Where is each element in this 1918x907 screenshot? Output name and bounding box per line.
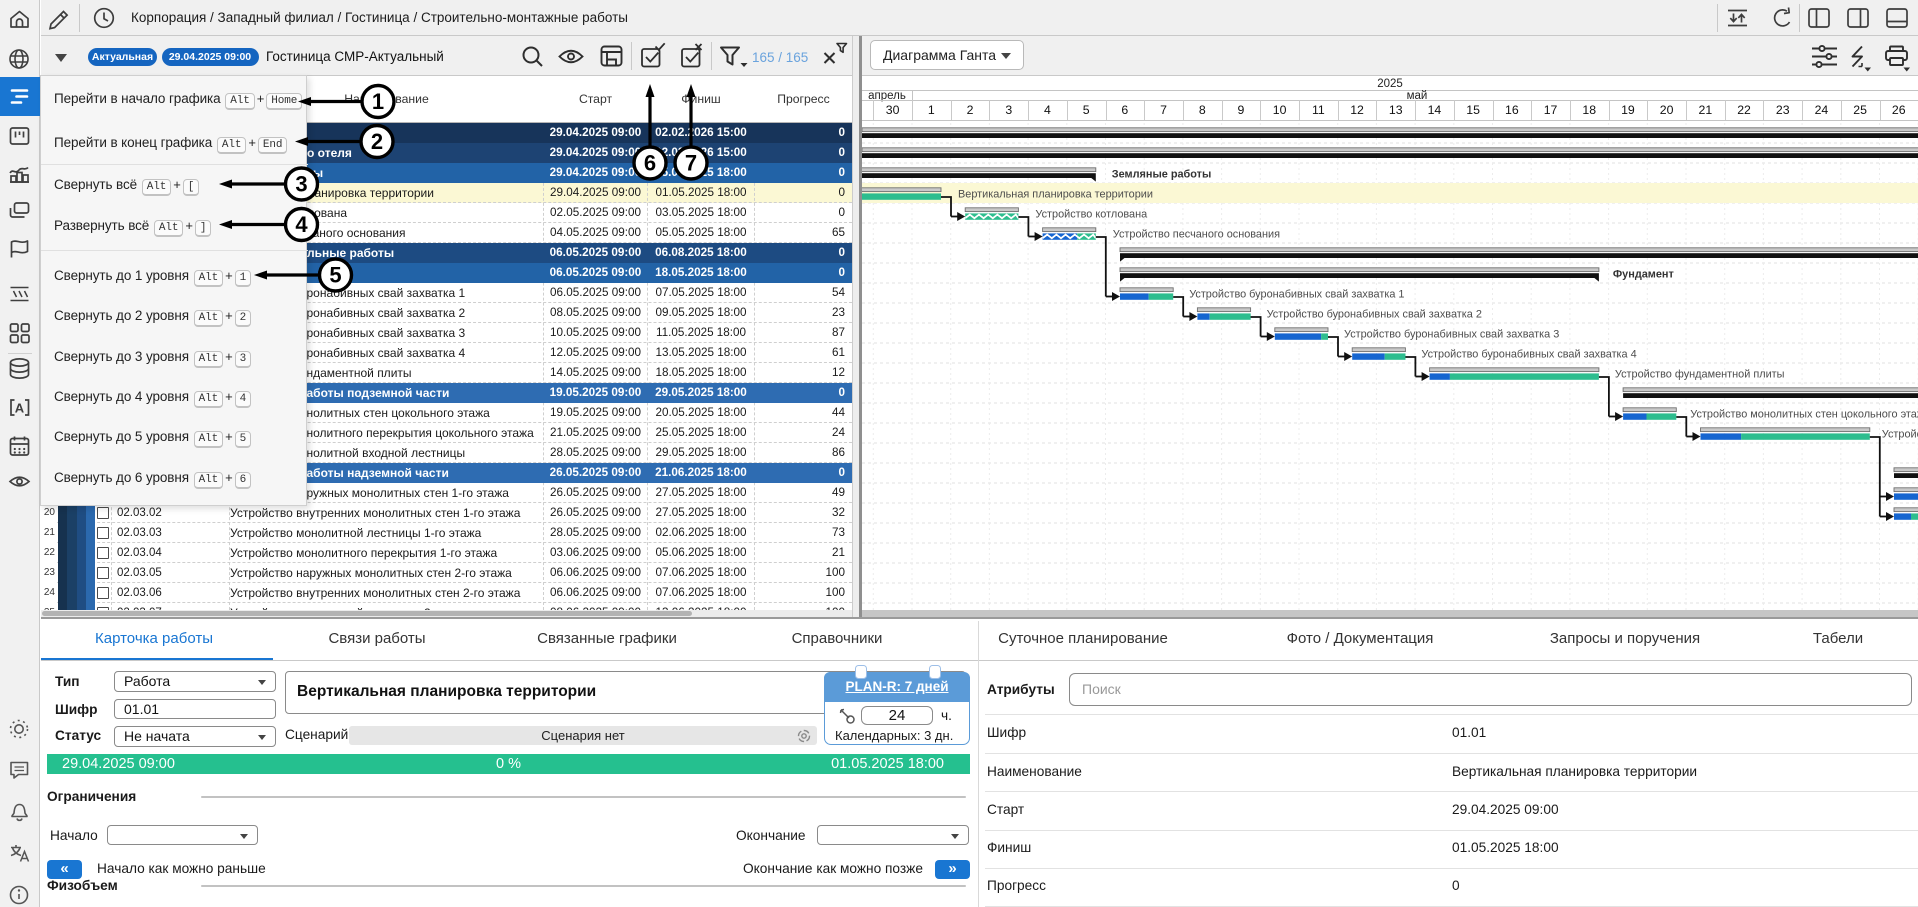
svg-text:Устройство монолитных стен цок: Устройство монолитных стен цокольного эт… bbox=[1690, 409, 1918, 421]
svg-text:Устройство котлована: Устройство котлована bbox=[1035, 209, 1148, 221]
svg-text:Устройство песчаного основания: Устройство песчаного основания bbox=[1113, 229, 1280, 241]
svg-text:Устройство буронабивных свай з: Устройство буронабивных свай захватка 3 bbox=[1344, 329, 1559, 341]
svg-text:Устройство фундаментной плиты: Устройство фундаментной плиты bbox=[1615, 369, 1785, 381]
svg-text:Вертикальная планировка террит: Вертикальная планировка территории bbox=[958, 189, 1153, 201]
svg-text:Устройство монолитного перекры: Устройство монолитного перекрытия цоколь… bbox=[1882, 429, 1918, 441]
svg-text:Фундамент: Фундамент bbox=[1613, 269, 1675, 281]
svg-text:Устройство буронабивных свай з: Устройство буронабивных свай захватка 2 bbox=[1267, 309, 1482, 321]
svg-text:Устройство буронабивных свай з: Устройство буронабивных свай захватка 1 bbox=[1189, 289, 1404, 301]
svg-text:Устройство буронабивных свай з: Устройство буронабивных свай захватка 4 bbox=[1421, 349, 1636, 361]
svg-text:A: A bbox=[15, 401, 25, 416]
svg-text:Земляные работы: Земляные работы bbox=[1112, 169, 1211, 181]
